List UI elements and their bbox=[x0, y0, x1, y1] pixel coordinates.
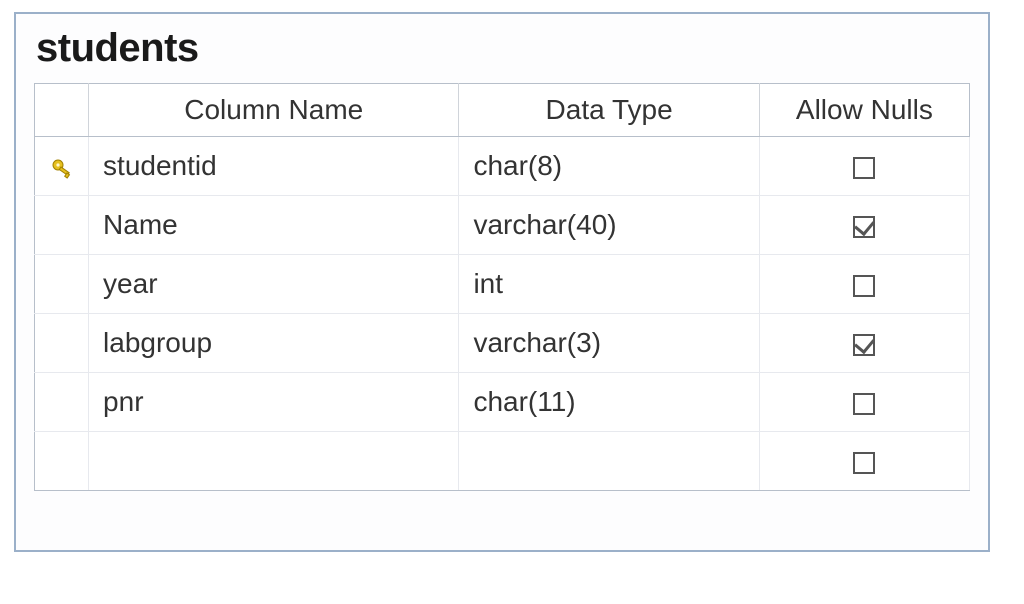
allow-nulls-checkbox[interactable] bbox=[853, 216, 875, 238]
primary-key-cell[interactable] bbox=[35, 196, 89, 255]
allow-nulls-checkbox[interactable] bbox=[853, 393, 875, 415]
table-row[interactable] bbox=[35, 432, 970, 491]
table-name-title: students bbox=[36, 26, 970, 71]
primary-key-cell[interactable] bbox=[35, 432, 89, 491]
header-column-name: Column Name bbox=[89, 84, 459, 137]
column-name-cell[interactable] bbox=[89, 432, 459, 491]
allow-nulls-checkbox[interactable] bbox=[853, 157, 875, 179]
key-icon bbox=[50, 156, 74, 180]
data-type-cell[interactable]: varchar(3) bbox=[459, 314, 759, 373]
table-row[interactable]: year int bbox=[35, 255, 970, 314]
allow-nulls-cell[interactable] bbox=[759, 432, 969, 491]
column-name-cell[interactable]: studentid bbox=[89, 137, 459, 196]
table-row[interactable]: Name varchar(40) bbox=[35, 196, 970, 255]
header-key bbox=[35, 84, 89, 137]
header-data-type: Data Type bbox=[459, 84, 759, 137]
table-designer-panel: students Column Name Data Type Allow Nul… bbox=[14, 12, 990, 552]
allow-nulls-cell[interactable] bbox=[759, 255, 969, 314]
table-row[interactable]: studentid char(8) bbox=[35, 137, 970, 196]
column-name-cell[interactable]: year bbox=[89, 255, 459, 314]
data-type-cell[interactable]: int bbox=[459, 255, 759, 314]
primary-key-cell[interactable] bbox=[35, 255, 89, 314]
columns-grid[interactable]: Column Name Data Type Allow Nulls bbox=[34, 83, 970, 491]
allow-nulls-cell[interactable] bbox=[759, 373, 969, 432]
allow-nulls-checkbox[interactable] bbox=[853, 275, 875, 297]
data-type-cell[interactable]: varchar(40) bbox=[459, 196, 759, 255]
primary-key-cell[interactable] bbox=[35, 137, 89, 196]
table-row[interactable]: labgroup varchar(3) bbox=[35, 314, 970, 373]
data-type-cell[interactable]: char(11) bbox=[459, 373, 759, 432]
data-type-cell[interactable] bbox=[459, 432, 759, 491]
column-name-cell[interactable]: labgroup bbox=[89, 314, 459, 373]
primary-key-cell[interactable] bbox=[35, 314, 89, 373]
column-name-cell[interactable]: Name bbox=[89, 196, 459, 255]
table-row[interactable]: pnr char(11) bbox=[35, 373, 970, 432]
primary-key-cell[interactable] bbox=[35, 373, 89, 432]
allow-nulls-checkbox[interactable] bbox=[853, 334, 875, 356]
allow-nulls-cell[interactable] bbox=[759, 314, 969, 373]
column-name-cell[interactable]: pnr bbox=[89, 373, 459, 432]
allow-nulls-cell[interactable] bbox=[759, 196, 969, 255]
allow-nulls-checkbox[interactable] bbox=[853, 452, 875, 474]
allow-nulls-cell[interactable] bbox=[759, 137, 969, 196]
header-allow-nulls: Allow Nulls bbox=[759, 84, 969, 137]
data-type-cell[interactable]: char(8) bbox=[459, 137, 759, 196]
